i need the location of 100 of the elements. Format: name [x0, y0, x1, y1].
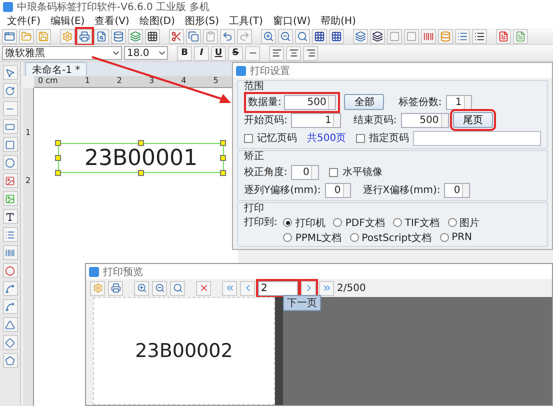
close-button[interactable] [196, 280, 211, 296]
menu-item[interactable]: 文件(F) [2, 14, 46, 28]
rectangle-tool[interactable] [2, 119, 18, 134]
number-field[interactable]: 500 [400, 112, 449, 128]
radio-button[interactable] [440, 233, 449, 242]
radio-button[interactable] [283, 218, 292, 227]
page-search-button[interactable] [94, 28, 109, 44]
list-button[interactable] [472, 28, 487, 44]
magnifier-button[interactable] [295, 28, 310, 44]
align-left-button[interactable] [269, 46, 284, 60]
format-button[interactable]: I [194, 46, 209, 60]
document-button[interactable] [513, 28, 528, 44]
print-button[interactable] [108, 280, 123, 296]
format-button[interactable]: U [211, 46, 226, 60]
polygon-tool[interactable] [2, 353, 18, 368]
rounded-rectangle-tool[interactable] [2, 137, 18, 152]
text-object[interactable]: 23B00001 [58, 143, 224, 173]
list-tool[interactable] [2, 227, 18, 242]
radio-button[interactable] [350, 233, 359, 242]
database-button[interactable] [111, 28, 126, 44]
resize-handle[interactable] [220, 155, 226, 161]
last-page-button[interactable]: 尾页 [452, 112, 493, 128]
image-tool[interactable] [2, 173, 18, 188]
printer-icon [110, 283, 120, 293]
spacing-button[interactable] [245, 46, 260, 60]
field-label: 逐列Y偏移(mm): [244, 184, 321, 197]
scissors-button[interactable] [169, 28, 184, 44]
checkbox[interactable] [329, 168, 338, 176]
checkbox[interactable] [356, 134, 366, 142]
database-button[interactable] [438, 28, 453, 44]
menu-item[interactable]: 查看(V) [90, 14, 134, 28]
circle-icon [5, 266, 15, 276]
grid-icon [147, 30, 158, 42]
pdf-button[interactable] [496, 28, 511, 44]
previous-page-button[interactable] [240, 280, 255, 296]
page-number-field[interactable]: 2 [258, 280, 298, 296]
radio-label: 打印机 [295, 216, 326, 230]
number-field[interactable]: 1 [291, 112, 342, 128]
zoom-out-button[interactable] [152, 280, 167, 296]
number-field[interactable]: 1 [446, 94, 472, 110]
next-page-button[interactable] [301, 280, 316, 296]
pointer-tool[interactable] [2, 65, 18, 80]
page-list-field[interactable] [413, 130, 541, 146]
zoom-button[interactable] [170, 280, 185, 296]
grid-button[interactable] [312, 28, 327, 44]
grid-button[interactable] [329, 28, 344, 44]
barcode-tool[interactable] [2, 245, 18, 260]
document-tab[interactable]: 未命名-1 * [25, 62, 88, 76]
copy-button[interactable] [186, 28, 201, 44]
ellipse-tool[interactable] [2, 155, 18, 170]
align-right-button[interactable] [303, 46, 318, 60]
menu-item[interactable]: 编辑(E) [46, 14, 90, 28]
line-tool[interactable] [2, 101, 18, 116]
resize-handle[interactable] [55, 170, 61, 176]
menu-item[interactable]: 窗口(W) [268, 14, 316, 28]
radio-button[interactable] [392, 218, 402, 227]
page-total: 共500页 [307, 132, 346, 145]
window-button[interactable] [2, 28, 17, 44]
menu-item[interactable]: 绘图(D) [134, 14, 180, 28]
number-field[interactable]: 0 [324, 182, 351, 198]
all-button[interactable]: 全部 [344, 94, 384, 110]
resize-handle[interactable] [220, 170, 226, 176]
resize-handle[interactable] [138, 140, 144, 146]
field-label: 数据量: [248, 96, 282, 109]
circle-tool[interactable] [2, 263, 18, 278]
last-page-button[interactable] [319, 280, 334, 296]
resize-handle[interactable] [55, 140, 61, 146]
zoom-in-button[interactable] [134, 280, 149, 296]
undo-button[interactable] [220, 28, 235, 44]
triangle-tool[interactable] [2, 317, 18, 332]
diamond-tool[interactable] [2, 335, 18, 350]
radio-button[interactable] [333, 218, 342, 227]
font-size-select[interactable]: 18.0 [124, 46, 168, 60]
number-field[interactable]: 500 [284, 94, 336, 110]
font-select[interactable]: 微软雅黑 [2, 46, 122, 60]
barcode-button[interactable] [421, 28, 436, 44]
layers-button[interactable] [370, 28, 385, 44]
radio-button[interactable] [448, 218, 457, 227]
radio-button[interactable] [283, 233, 292, 242]
grid-button[interactable] [145, 28, 160, 44]
resize-handle[interactable] [55, 155, 61, 161]
number-field[interactable]: 0 [291, 164, 320, 180]
clipboard-button[interactable] [203, 28, 218, 44]
zoom-in-button[interactable] [261, 28, 276, 44]
rotate-tool[interactable] [2, 83, 18, 98]
menu-item[interactable]: 图形(S) [180, 14, 224, 28]
curve-tool[interactable] [2, 281, 18, 296]
checkbox[interactable] [244, 134, 253, 142]
menu-item[interactable]: 帮助(H) [316, 14, 361, 28]
zoom-out-button[interactable] [278, 28, 293, 44]
text-tool[interactable] [2, 209, 18, 224]
resize-handle[interactable] [138, 170, 144, 176]
resize-handle[interactable] [220, 140, 226, 146]
first-page-button[interactable] [222, 280, 237, 296]
menu-item[interactable]: 工具(T) [224, 14, 268, 28]
format-button[interactable]: S [228, 46, 243, 60]
number-field[interactable]: 0 [444, 182, 470, 198]
align-center-button[interactable] [286, 46, 301, 60]
print-button[interactable] [77, 28, 92, 44]
format-button[interactable]: B [177, 46, 192, 60]
